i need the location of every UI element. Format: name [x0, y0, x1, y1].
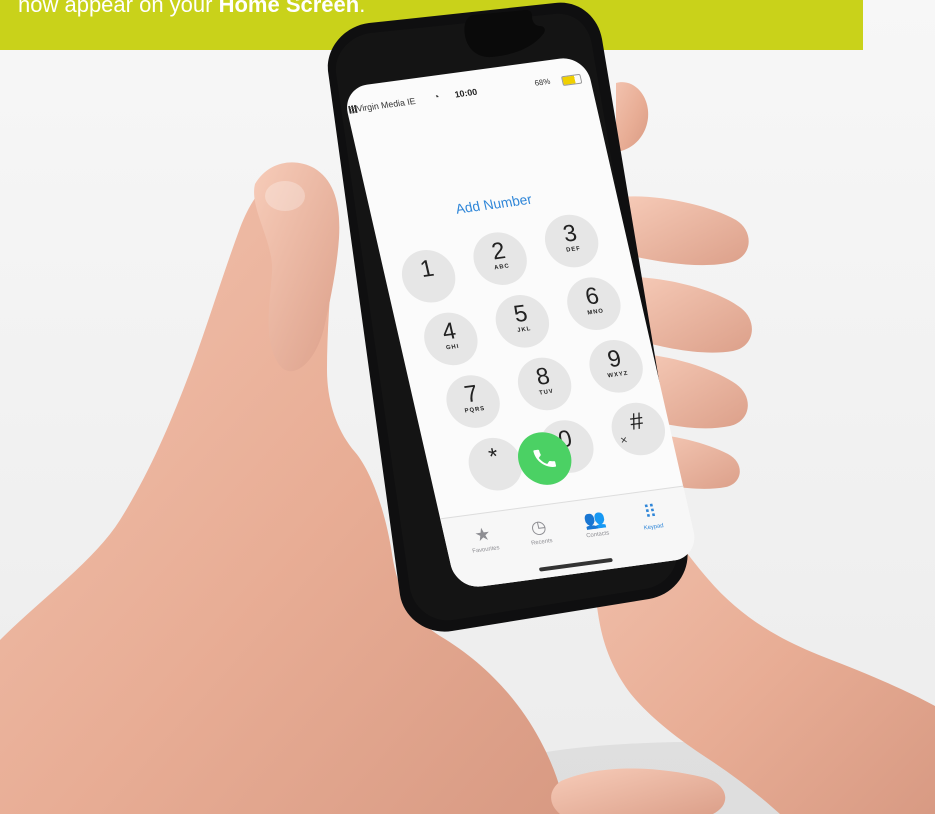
- status-time: 10:00: [453, 86, 479, 100]
- tab-contacts[interactable]: 👥 Contacts: [568, 506, 626, 555]
- keypad-icon: ⠿: [641, 501, 659, 523]
- battery-icon: [560, 73, 583, 87]
- photo-scene: now appear on your Home Screen. Virgin M…: [0, 0, 935, 814]
- key-8[interactable]: 8 TUV: [512, 354, 577, 414]
- key-6[interactable]: 6 MNO: [561, 274, 626, 334]
- star-icon: ★: [472, 523, 493, 546]
- tab-favourites[interactable]: ★ Favourites: [456, 521, 514, 570]
- tab-recents[interactable]: ◷ Recents: [512, 513, 570, 562]
- wifi-icon: ◔: [432, 91, 441, 104]
- clock-icon: ◷: [528, 516, 549, 538]
- key-2[interactable]: 2 ABC: [468, 229, 533, 289]
- key-3[interactable]: 3 DEF: [539, 211, 604, 271]
- key-5[interactable]: 5 JKL: [490, 291, 555, 351]
- key-hash[interactable]: #: [606, 399, 671, 459]
- phone: Virgin Media IE ◔ 10:00 68% Add Number 1…: [308, 2, 728, 652]
- key-7[interactable]: 7 PQRS: [441, 371, 506, 432]
- key-star[interactable]: *: [463, 434, 528, 494]
- key-1[interactable]: 1: [396, 246, 461, 306]
- tab-keypad[interactable]: ⠿ Keypad: [624, 498, 682, 547]
- battery-percentage: 68%: [533, 76, 552, 88]
- key-4[interactable]: 4 GHI: [418, 309, 483, 369]
- key-9[interactable]: 9 WXYZ: [584, 336, 649, 396]
- carrier-label: Virgin Media IE: [355, 96, 417, 114]
- contacts-icon: 👥: [581, 508, 608, 531]
- phone-icon: [533, 449, 557, 467]
- home-indicator[interactable]: [538, 557, 613, 572]
